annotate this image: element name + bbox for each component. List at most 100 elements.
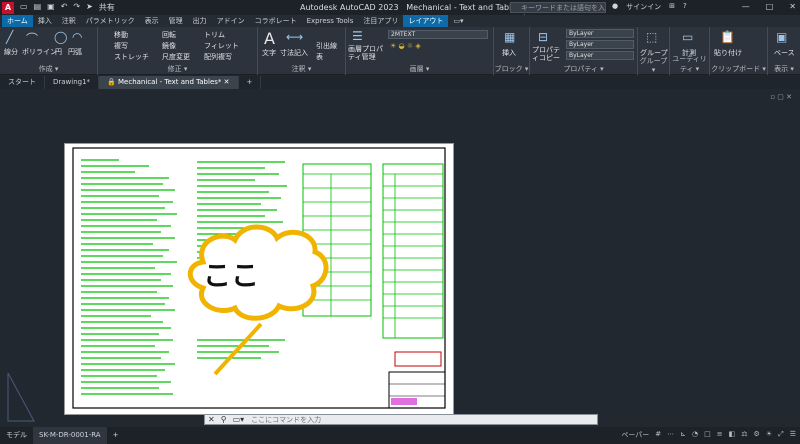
customize-command-icon[interactable]: ⚲ bbox=[218, 415, 230, 424]
share-label[interactable]: 共有 bbox=[99, 2, 115, 13]
close-tab-icon[interactable]: ✕ bbox=[224, 78, 230, 86]
search-input[interactable]: キーワードまたは語句を入力 bbox=[510, 2, 606, 22]
text-button[interactable]: 文字 bbox=[262, 48, 276, 58]
tab-express-tools[interactable]: Express Tools bbox=[302, 15, 359, 27]
match-properties-button[interactable]: プロパティコピー bbox=[532, 46, 562, 62]
dimension-icon[interactable]: ⟷ bbox=[286, 30, 303, 44]
tab-layout-sheet[interactable]: SK-M-DR-0001-RA bbox=[33, 427, 107, 444]
add-layout-button[interactable]: + bbox=[107, 427, 125, 444]
polyline-icon[interactable]: ⌒ bbox=[26, 30, 38, 47]
linetype-dropdown[interactable]: ByLayer bbox=[566, 51, 634, 60]
grid-icon[interactable]: # bbox=[655, 430, 661, 440]
text-icon[interactable]: A bbox=[264, 29, 275, 48]
scale-button[interactable]: 尺度変更 bbox=[162, 52, 190, 62]
paste-icon[interactable]: 📋 bbox=[720, 30, 735, 44]
measure-icon[interactable]: ▭ bbox=[682, 30, 693, 44]
save-icon[interactable]: ▣ bbox=[47, 2, 55, 13]
snap-icon[interactable]: ⋯ bbox=[667, 430, 674, 440]
arc-button[interactable]: 円弧 bbox=[68, 47, 82, 57]
panel-draw-title[interactable]: 作成 ▾ bbox=[0, 64, 97, 74]
color-dropdown[interactable]: ByLayer bbox=[566, 29, 634, 38]
layer-properties-icon[interactable]: ☰ bbox=[352, 29, 363, 43]
ortho-icon[interactable]: ⊾ bbox=[680, 430, 686, 440]
new-tab-button[interactable]: + bbox=[239, 76, 262, 89]
group-icon[interactable]: ⬚ bbox=[646, 30, 657, 44]
line-button[interactable]: 線分 bbox=[4, 47, 18, 57]
help-icon[interactable]: ? bbox=[683, 2, 687, 12]
panel-utilities-title[interactable]: ユーティリティ ▾ bbox=[670, 54, 709, 74]
autocad-logo[interactable]: A bbox=[2, 1, 14, 14]
tab-home[interactable]: ホーム bbox=[2, 15, 33, 27]
base-view-icon[interactable]: ▣ bbox=[776, 30, 787, 44]
tab-addins[interactable]: アドイン bbox=[212, 15, 250, 27]
circle-button[interactable]: 円 bbox=[55, 47, 62, 57]
undo-icon[interactable]: ↶ bbox=[61, 2, 68, 13]
table-button[interactable]: 表 bbox=[316, 52, 323, 62]
panel-properties-title[interactable]: プロパティ ▾ bbox=[530, 64, 637, 74]
user-icon[interactable]: ● bbox=[612, 2, 618, 12]
command-line[interactable]: ✕ ⚲ ▭▾ ここにコマンドを入力 bbox=[204, 414, 598, 425]
leader-button[interactable]: 引出線 bbox=[316, 41, 337, 51]
panel-groups-title[interactable]: グループ ▾ bbox=[638, 56, 669, 74]
viewport-controls[interactable]: ▫ ▢ ✕ bbox=[770, 93, 792, 101]
minimize-icon[interactable]: — bbox=[742, 2, 750, 11]
match-properties-icon[interactable]: ⊟ bbox=[538, 30, 548, 44]
base-button[interactable]: ベース bbox=[774, 48, 795, 58]
doc-tab-drawing1[interactable]: Drawing1* bbox=[45, 76, 100, 89]
close-command-icon[interactable]: ✕ bbox=[205, 415, 218, 424]
redo-icon[interactable]: ↷ bbox=[73, 2, 80, 13]
isolate-icon[interactable]: ☀ bbox=[766, 430, 772, 440]
layer-dropdown[interactable]: 2MTEXT bbox=[388, 30, 488, 39]
cart-icon[interactable]: ⊞ bbox=[669, 2, 675, 12]
tab-manage[interactable]: 管理 bbox=[164, 15, 188, 27]
doc-tab-start[interactable]: スタート bbox=[0, 76, 45, 89]
dimension-button[interactable]: 寸法記入 bbox=[280, 48, 308, 58]
paste-button[interactable]: 貼り付け bbox=[714, 48, 742, 58]
rotate-button[interactable]: 回転 bbox=[162, 30, 176, 40]
panel-annotation-title[interactable]: 注釈 ▾ bbox=[258, 64, 345, 74]
tab-parametric[interactable]: パラメトリック bbox=[81, 15, 140, 27]
panel-modify-title[interactable]: 修正 ▾ bbox=[98, 64, 257, 74]
tab-output[interactable]: 出力 bbox=[188, 15, 212, 27]
tab-collaborate[interactable]: コラボレート bbox=[250, 15, 302, 27]
lineweight-dropdown[interactable]: ByLayer bbox=[566, 40, 634, 49]
tab-annotate[interactable]: 注釈 bbox=[57, 15, 81, 27]
paper-space-toggle[interactable]: ペーパー bbox=[621, 430, 649, 440]
panel-clipboard-title[interactable]: クリップボード ▾ bbox=[710, 64, 767, 74]
fillet-button[interactable]: フィレット bbox=[204, 41, 239, 51]
open-file-icon[interactable]: ▤ bbox=[34, 2, 42, 13]
maximize-icon[interactable]: □ bbox=[766, 2, 774, 11]
annotation-scale-icon[interactable]: ⚖ bbox=[741, 430, 747, 440]
tab-insert[interactable]: 挿入 bbox=[33, 15, 57, 27]
workspace-icon[interactable]: ⚙ bbox=[754, 430, 760, 440]
insert-button[interactable]: 挿入 bbox=[502, 48, 516, 58]
move-button[interactable]: 移動 bbox=[114, 30, 128, 40]
lineweight-icon[interactable]: ≡ bbox=[717, 430, 723, 440]
layer-properties-button[interactable]: 画層プロパティ管理 bbox=[348, 45, 386, 61]
panel-block-title[interactable]: ブロック ▾ bbox=[494, 64, 529, 74]
tab-view[interactable]: 表示 bbox=[140, 15, 164, 27]
line-icon[interactable]: ╱ bbox=[6, 30, 13, 44]
mirror-button[interactable]: 鏡像 bbox=[162, 41, 176, 51]
tab-layout[interactable]: レイアウト bbox=[403, 15, 449, 27]
close-icon[interactable]: ✕ bbox=[789, 2, 796, 11]
new-file-icon[interactable]: ▭ bbox=[20, 2, 28, 13]
circle-icon[interactable]: ◯ bbox=[54, 30, 67, 44]
tab-featured-apps[interactable]: 注目アプリ bbox=[358, 15, 403, 27]
command-input[interactable]: ここにコマンドを入力 bbox=[251, 415, 321, 425]
arc-icon[interactable]: ◠ bbox=[72, 30, 82, 44]
layer-tools-icon[interactable]: ☀ ◒ ☼ ◈ bbox=[390, 42, 421, 50]
transparency-icon[interactable]: ◧ bbox=[729, 430, 736, 440]
drawing-canvas[interactable]: ▫ ▢ ✕ ここ bbox=[0, 89, 800, 427]
doc-tab-mechanical[interactable]: 🔒 Mechanical - Text and Tables* ✕ bbox=[99, 76, 239, 89]
share-icon[interactable]: ➤ bbox=[86, 2, 93, 13]
stretch-button[interactable]: ストレッチ bbox=[114, 52, 149, 62]
copy-button[interactable]: 複写 bbox=[114, 41, 128, 51]
insert-block-icon[interactable]: ▦ bbox=[504, 30, 515, 44]
customize-menu-icon[interactable]: ☰ bbox=[790, 430, 796, 440]
panel-view-title[interactable]: 表示 ▾ bbox=[768, 64, 800, 74]
trim-button[interactable]: トリム bbox=[204, 30, 225, 40]
ribbon-display-toggle[interactable]: ▭▾ bbox=[448, 15, 468, 27]
signin-link[interactable]: サインイン bbox=[626, 2, 661, 12]
array-button[interactable]: 配列複写 bbox=[204, 52, 232, 62]
